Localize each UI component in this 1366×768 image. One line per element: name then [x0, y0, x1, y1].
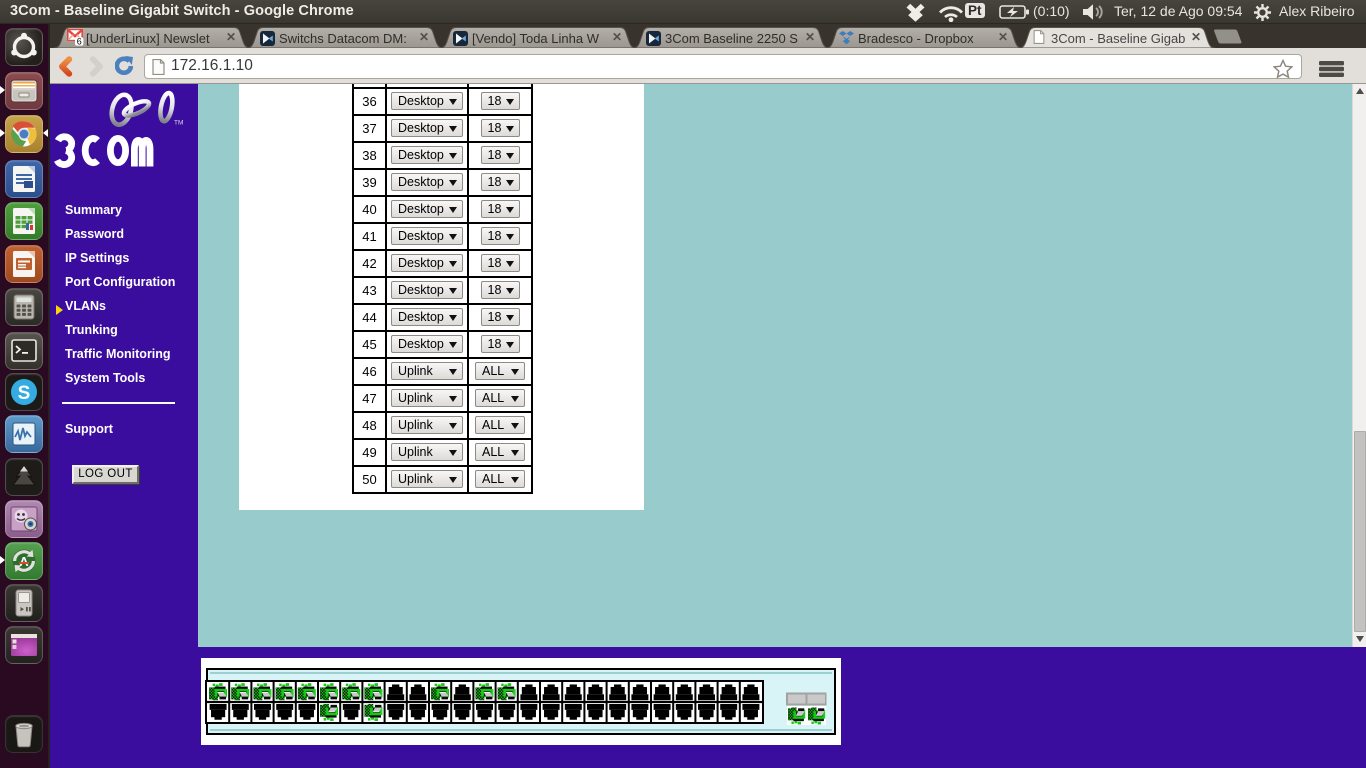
svg-text:6: 6 [77, 37, 82, 46]
svg-text:A: A [19, 554, 29, 569]
svg-text:S: S [18, 383, 31, 404]
